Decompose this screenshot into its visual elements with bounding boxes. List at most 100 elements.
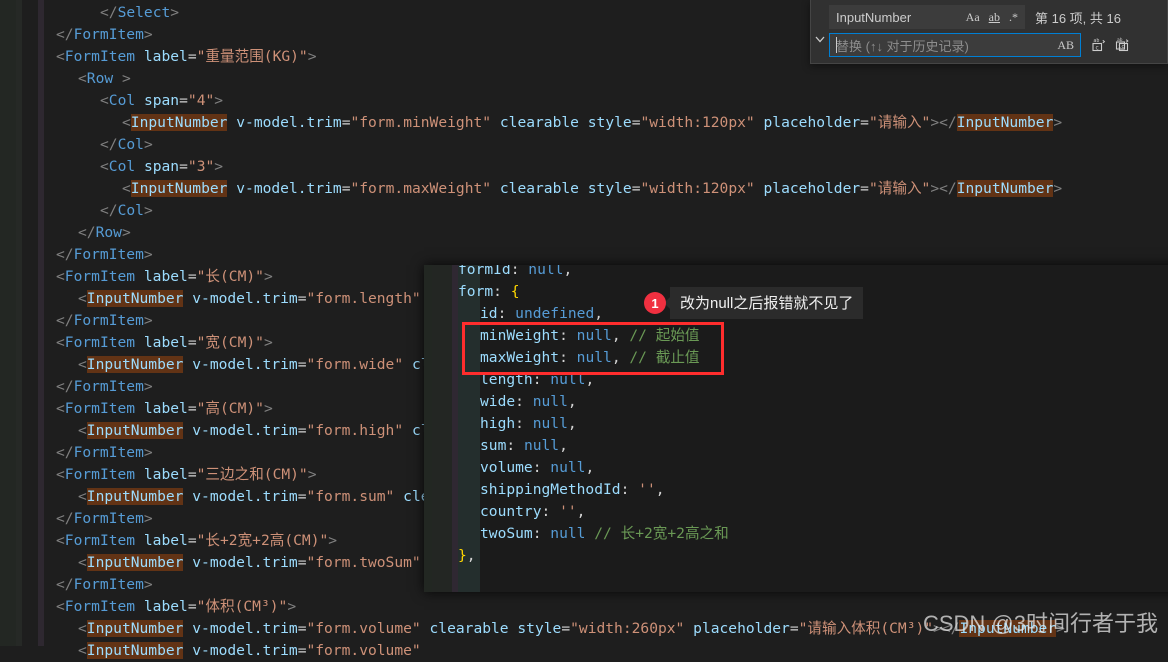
code-token: : [620, 481, 639, 498]
replace-input[interactable]: 替换 (↑↓ 对于历史记录) AB [829, 33, 1081, 57]
code-token: "form.length" [306, 290, 421, 307]
code-token: < [56, 598, 65, 615]
match-whole-word-option-icon[interactable]: ab [987, 9, 1002, 25]
code-token: "3" [187, 158, 215, 175]
svg-text:ab: ab [1093, 38, 1099, 44]
code-line: <InputNumber v-model.trim="form.minWeigh… [0, 112, 1062, 134]
code-token: "宽(CM)" [196, 334, 264, 351]
code-token: style [587, 180, 632, 197]
code-token: clearable [499, 114, 579, 131]
code-token: : [493, 283, 511, 300]
code-token: , [585, 459, 595, 476]
code-token: , [655, 481, 665, 498]
code-token: twoSum [480, 525, 533, 542]
code-token: FormItem [64, 532, 136, 549]
code-token: < [56, 532, 65, 549]
code-token: < [100, 92, 109, 109]
code-token: > [328, 532, 338, 549]
code-line: </FormItem> [0, 442, 153, 464]
replace-all-icon[interactable]: ic ab [1114, 37, 1132, 53]
code-line: maxWeight: null, // 截止值 [424, 347, 700, 369]
code-line: length: null, [424, 369, 594, 391]
code-token: > [143, 378, 153, 395]
code-token: < [78, 422, 87, 439]
search-match-token: InputNumber [130, 180, 228, 197]
code-token: '' [559, 503, 577, 520]
code-token: = [179, 92, 188, 109]
svg-text:ic: ic [1118, 44, 1125, 50]
code-token: < [122, 114, 131, 131]
code-token: // 起始值 [629, 327, 700, 344]
code-token: null [550, 371, 586, 388]
preserve-case-option-icon[interactable]: AB [1057, 38, 1076, 53]
code-token: , [466, 547, 476, 564]
code-token: high [480, 415, 516, 432]
use-regex-option-icon[interactable]: .* [1007, 9, 1020, 25]
code-token: = [860, 114, 869, 131]
search-match-token: InputNumber [86, 422, 184, 439]
code-token: : [510, 265, 529, 278]
code-line: </Row> [0, 222, 131, 244]
code-token: placeholder [693, 620, 790, 637]
toggle-replace-chevron-down-icon[interactable] [811, 0, 829, 63]
code-token: "高(CM)" [196, 400, 264, 417]
code-token: : [515, 393, 533, 410]
code-line: form: { [424, 281, 520, 303]
code-token: </ [100, 4, 118, 21]
code-token: Col [117, 136, 144, 153]
code-line: id: undefined, [424, 303, 603, 325]
code-token: , [611, 349, 630, 366]
code-line: </FormItem> [0, 508, 153, 530]
code-token: v-model.trim [192, 620, 298, 637]
code-token: : [497, 305, 516, 322]
code-token: > [143, 26, 153, 43]
code-token: > [214, 158, 224, 175]
code-token: label [143, 598, 188, 615]
code-token: "form.volume" [306, 642, 421, 659]
svg-text:c: c [1095, 44, 1099, 51]
code-token: > [930, 180, 940, 197]
code-token: < [122, 180, 131, 197]
code-line: </FormItem> [0, 24, 153, 46]
code-token: null [532, 393, 568, 410]
code-token: undefined [515, 305, 595, 322]
find-replace-widget[interactable]: InputNumber Aa ab .* 第 16 项, 共 16 替换 (↑↓… [810, 0, 1168, 64]
replace-icon[interactable]: c ab [1090, 37, 1106, 53]
code-token: = [187, 598, 197, 615]
replace-input-placeholder: 替换 (↑↓ 对于历史记录) [836, 38, 969, 54]
code-token: </ [941, 620, 960, 637]
find-input[interactable]: InputNumber Aa ab .* [829, 5, 1025, 29]
code-token: </ [56, 510, 74, 527]
code-token: < [56, 334, 65, 351]
code-token: FormItem [64, 268, 136, 285]
code-line: <FormItem label="三边之和(CM)"> [0, 464, 317, 486]
code-token: = [187, 48, 197, 65]
code-token: </ [56, 576, 74, 593]
code-token: "form.minWeight" [350, 114, 492, 131]
code-token: label [143, 268, 188, 285]
code-token: : [532, 459, 551, 476]
search-match-token: InputNumber [130, 114, 228, 131]
code-token: = [187, 400, 197, 417]
code-token: '' [638, 481, 656, 498]
code-token: shippingMethodId [480, 481, 621, 498]
code-token: "长+2宽+2高(CM)" [196, 532, 329, 549]
code-token: "width:120px" [640, 180, 755, 197]
annotation-text: 改为null之后报错就不见了 [663, 287, 864, 319]
code-token: > [307, 466, 317, 483]
match-case-option-icon[interactable]: Aa [964, 9, 982, 25]
code-token: </ [56, 378, 74, 395]
code-token: = [187, 466, 197, 483]
svg-text:ab: ab [1117, 37, 1123, 43]
